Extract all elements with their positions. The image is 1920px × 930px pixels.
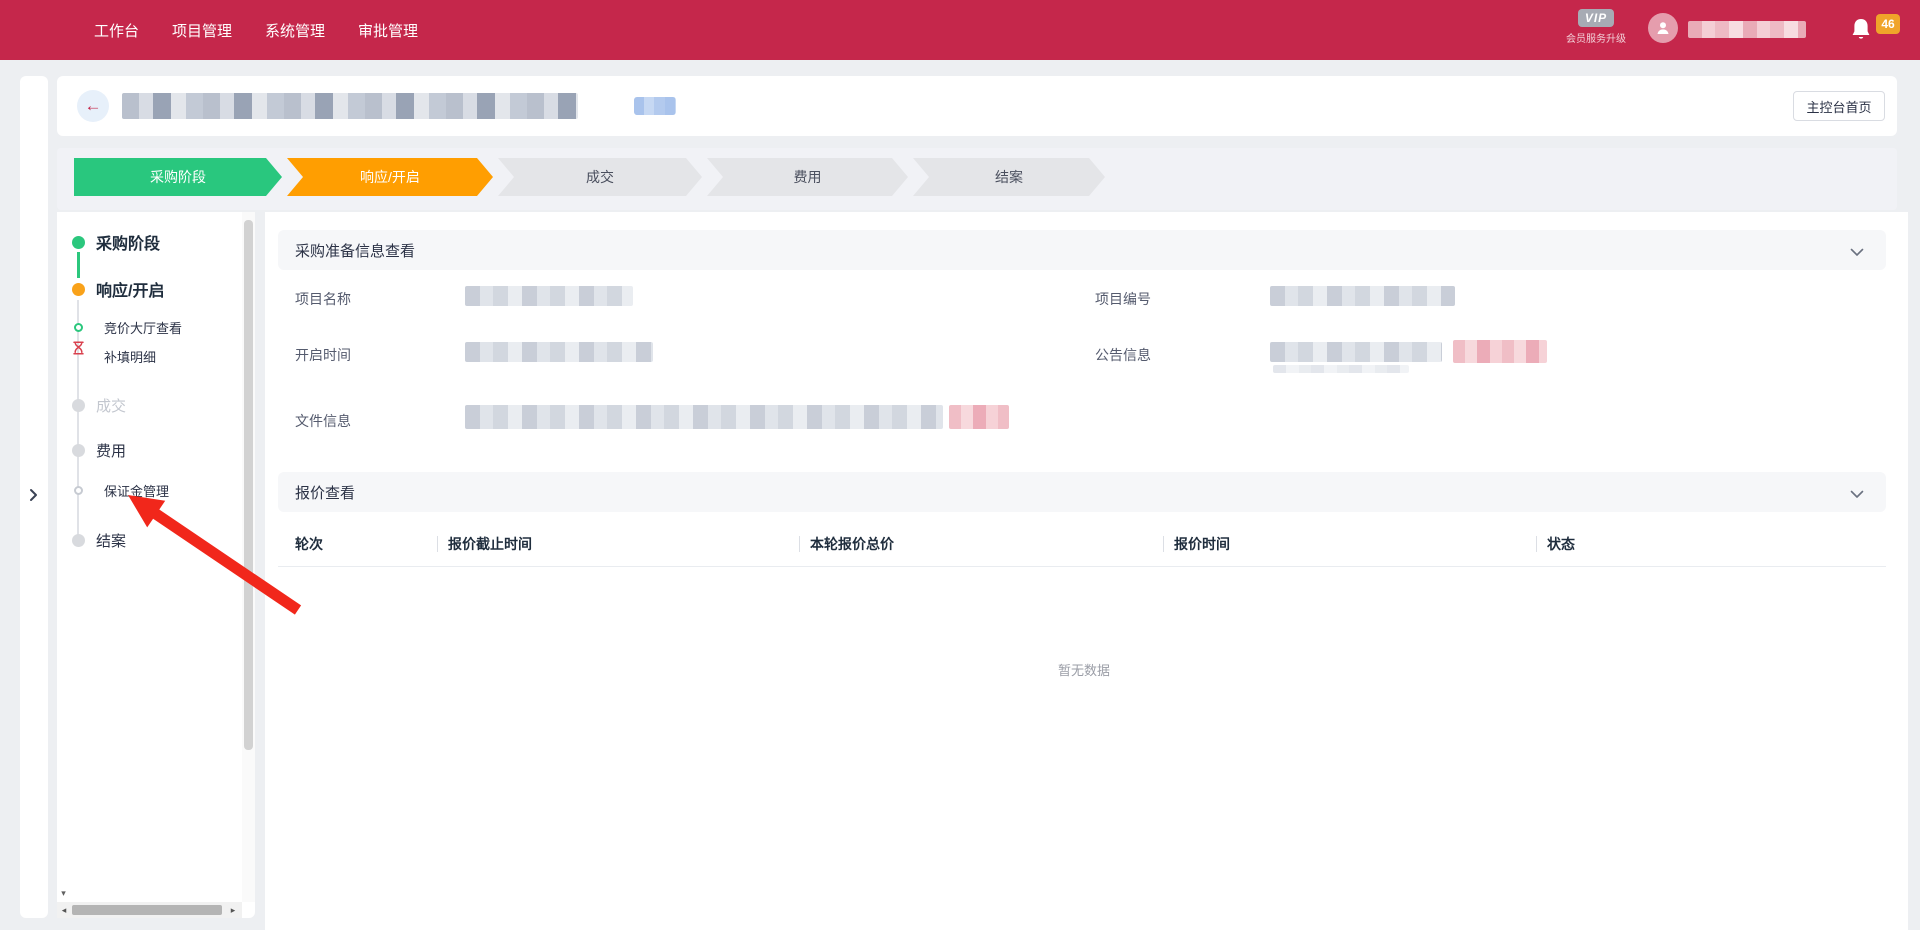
chevron-down-icon[interactable]: [1850, 244, 1864, 262]
column-header-round-total: 本轮报价总价: [810, 534, 894, 554]
left-collapse-rail: [20, 76, 48, 918]
sidebar-item-label: 保证金管理: [104, 481, 169, 500]
field-label-project-name: 项目名称: [295, 289, 351, 309]
sidebar-item-fill-details[interactable]: 补填明细: [57, 348, 242, 364]
nav-item-workbench[interactable]: 工作台: [94, 20, 139, 41]
person-icon: [1655, 20, 1671, 36]
scroll-right-arrow-icon[interactable]: ▸: [226, 902, 240, 918]
nav-item-project-management[interactable]: 项目管理: [172, 20, 232, 41]
gray-dot-icon: [72, 399, 85, 412]
stage-step-label: 成交: [586, 167, 614, 187]
scrollbar-thumb[interactable]: [72, 905, 222, 915]
project-title-redacted: [122, 93, 578, 119]
sidebar-item-fees[interactable]: 费用: [57, 442, 242, 458]
chevron-down-icon[interactable]: [1850, 486, 1864, 504]
back-button[interactable]: ←: [77, 90, 109, 122]
sidebar-item-label: 响应/开启: [96, 277, 164, 301]
vip-subtitle: 会员服务升级: [1561, 30, 1631, 45]
stage-step-label: 采购阶段: [150, 167, 206, 187]
scroll-left-arrow-icon[interactable]: ◂: [57, 902, 71, 918]
field-label-open-time: 开启时间: [295, 345, 351, 365]
section-purchase-info-header[interactable]: 采购准备信息查看: [278, 230, 1886, 270]
stage-step-label: 响应/开启: [360, 167, 420, 187]
sidebar-item-bidding-hall-view[interactable]: 竞价大厅查看: [57, 319, 242, 335]
stage-step-label: 结案: [995, 167, 1023, 187]
sidebar-item-procurement-stage[interactable]: 采购阶段: [57, 234, 242, 250]
field-value-announcement-redacted: [1270, 342, 1442, 362]
sidebar-item-label: 结案: [96, 530, 126, 551]
main-content: 采购准备信息查看 项目名称 项目编号 开启时间 公告信息 文件信息 报价查看 轮…: [265, 212, 1908, 930]
field-label-announcement-info: 公告信息: [1095, 345, 1151, 365]
column-divider: [1163, 536, 1164, 552]
column-header-quote-time: 报价时间: [1174, 534, 1230, 554]
nav-item-system-management[interactable]: 系统管理: [265, 20, 325, 41]
sidebar-item-label: 采购阶段: [96, 230, 160, 254]
sidebar-item-close-case[interactable]: 结案: [57, 532, 242, 548]
sidebar-item-response-open[interactable]: 响应/开启: [57, 281, 242, 297]
column-divider: [799, 536, 800, 552]
notification-bell-icon[interactable]: [1850, 17, 1872, 43]
stage-step-label: 费用: [794, 167, 822, 187]
field-value-file-info-redacted: [465, 405, 943, 429]
sidebar-item-label: 成交: [96, 395, 126, 416]
gray-circle-icon: [74, 486, 83, 495]
sidebar-item-label: 补填明细: [104, 347, 156, 366]
section-quote-view-header[interactable]: 报价查看: [278, 472, 1886, 512]
stage-step-close[interactable]: 结案: [913, 158, 1105, 196]
column-header-round: 轮次: [295, 534, 323, 554]
file-link-redacted[interactable]: [949, 405, 1009, 429]
stage-timeline-sidebar: 采购阶段 响应/开启 竞价大厅查看 补填明细 成交 费用 保证金管理 结案: [57, 212, 255, 918]
section-title: 报价查看: [295, 482, 355, 503]
status-tag-redacted: [634, 97, 676, 115]
sidebar-vertical-scrollbar[interactable]: [242, 212, 255, 902]
orange-dot-icon: [72, 283, 85, 296]
stage-step-procurement[interactable]: 采购阶段: [74, 158, 282, 196]
timeline-connector-done: [77, 252, 80, 278]
column-header-status: 状态: [1547, 534, 1575, 554]
sidebar-item-label: 费用: [96, 440, 126, 461]
nav-menu: 工作台 项目管理 系统管理 审批管理: [94, 0, 418, 60]
console-home-button[interactable]: 主控台首页: [1793, 91, 1885, 121]
timeline-connector: [77, 300, 79, 536]
green-circle-icon: [74, 323, 83, 332]
field-value-project-number-redacted: [1270, 286, 1455, 306]
hourglass-icon: [72, 341, 85, 360]
field-label-file-info: 文件信息: [295, 411, 351, 431]
section-title: 采购准备信息查看: [295, 240, 415, 261]
scroll-down-arrow-icon[interactable]: ▾: [57, 886, 70, 900]
field-value-open-time-redacted: [465, 342, 653, 362]
announcement-subtext-redacted: [1273, 365, 1409, 373]
sidebar-horizontal-scrollbar[interactable]: ◂ ▸: [57, 902, 242, 918]
announcement-link-redacted[interactable]: [1453, 340, 1547, 363]
scrollbar-thumb[interactable]: [244, 220, 253, 750]
page-header-card: ← 主控台首页: [57, 76, 1897, 136]
sidebar-item-label: 竞价大厅查看: [104, 318, 182, 337]
column-header-quote-deadline: 报价截止时间: [448, 534, 532, 554]
gray-dot-icon: [72, 444, 85, 457]
field-value-project-name-redacted: [465, 286, 633, 306]
user-avatar[interactable]: [1648, 13, 1678, 43]
sidebar-item-deal[interactable]: 成交: [57, 397, 242, 413]
expand-panel-chevron-icon[interactable]: [29, 488, 38, 507]
vip-icon: VIP: [1578, 9, 1614, 27]
column-divider: [437, 536, 438, 552]
username-redacted[interactable]: [1688, 21, 1806, 38]
green-dot-icon: [72, 236, 85, 249]
vip-upgrade[interactable]: VIP 会员服务升级: [1561, 9, 1631, 45]
top-navbar: 工作台 项目管理 系统管理 审批管理 VIP 会员服务升级 46: [0, 0, 1920, 60]
notification-count-badge: 46: [1876, 14, 1900, 34]
column-divider: [1536, 536, 1537, 552]
stage-step-deal[interactable]: 成交: [498, 158, 702, 196]
quote-table-header-row: 轮次 报价截止时间 本轮报价总价 报价时间 状态: [278, 520, 1886, 567]
empty-data-text: 暂无数据: [1019, 660, 1149, 679]
stage-progress-band: 采购阶段 响应/开启 成交 费用 结案: [57, 148, 1897, 210]
nav-item-approval-management[interactable]: 审批管理: [358, 20, 418, 41]
stage-progress-steps: 采购阶段 响应/开启 成交 费用 结案: [74, 158, 1105, 196]
stage-step-response-open[interactable]: 响应/开启: [287, 158, 493, 196]
sidebar-item-deposit-management[interactable]: 保证金管理: [57, 482, 242, 498]
field-label-project-number: 项目编号: [1095, 289, 1151, 309]
gray-dot-icon: [72, 534, 85, 547]
stage-step-fees[interactable]: 费用: [707, 158, 908, 196]
